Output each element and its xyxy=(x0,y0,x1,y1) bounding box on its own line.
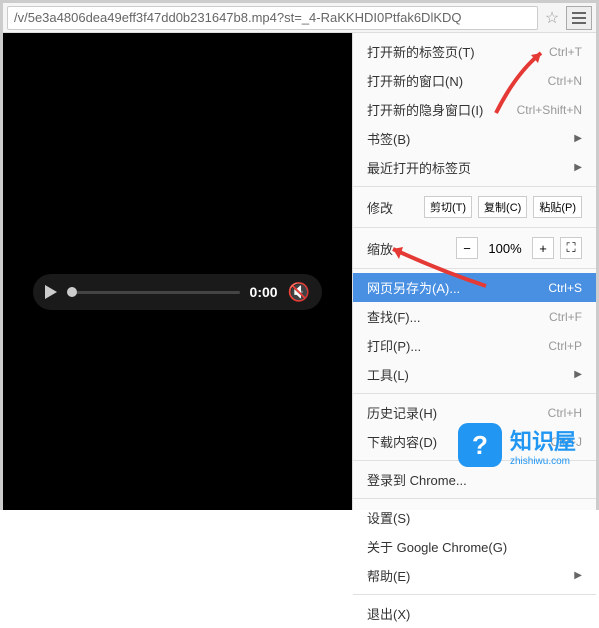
video-player[interactable]: 0:00 🔇 xyxy=(3,33,352,510)
zoom-value: 100% xyxy=(484,241,526,256)
menu-incognito[interactable]: 打开新的隐身窗口(I)Ctrl+Shift+N xyxy=(353,95,596,124)
watermark-logo: ? 知识屋 zhishiwu.com xyxy=(458,423,576,467)
menu-recent-tabs[interactable]: 最近打开的标签页▶ xyxy=(353,153,596,182)
menu-new-tab[interactable]: 打开新的标签页(T)Ctrl+T xyxy=(353,37,596,66)
seek-thumb[interactable] xyxy=(67,287,77,297)
paste-button[interactable]: 粘贴(P) xyxy=(533,196,582,218)
menu-separator xyxy=(353,227,596,228)
edit-label: 修改 xyxy=(367,198,418,217)
play-icon[interactable] xyxy=(45,285,57,299)
menu-exit[interactable]: 退出(X) xyxy=(353,599,596,628)
cut-button[interactable]: 剪切(T) xyxy=(424,196,472,218)
seek-track[interactable] xyxy=(67,291,240,294)
address-bar: /v/5e3a4806dea49eff3f47dd0b231647b8.mp4?… xyxy=(3,3,596,33)
menu-about[interactable]: 关于 Google Chrome(G) xyxy=(353,532,596,561)
bookmark-star-icon[interactable]: ☆ xyxy=(542,8,562,28)
menu-separator xyxy=(353,498,596,499)
menu-separator xyxy=(353,594,596,595)
url-input[interactable]: /v/5e3a4806dea49eff3f47dd0b231647b8.mp4?… xyxy=(7,6,538,30)
logo-icon: ? xyxy=(458,423,502,467)
menu-settings[interactable]: 设置(S) xyxy=(353,503,596,532)
logo-text-en: zhishiwu.com xyxy=(510,456,576,467)
video-controls: 0:00 🔇 xyxy=(33,274,322,310)
video-time: 0:00 xyxy=(250,284,278,300)
zoom-out-button[interactable]: − xyxy=(456,237,478,259)
menu-separator xyxy=(353,268,596,269)
menu-save-as[interactable]: 网页另存为(A)...Ctrl+S xyxy=(353,273,596,302)
chevron-right-icon: ▶ xyxy=(574,570,582,581)
menu-bookmarks[interactable]: 书签(B)▶ xyxy=(353,124,596,153)
menu-separator xyxy=(353,186,596,187)
zoom-in-button[interactable]: + xyxy=(532,237,554,259)
menu-find[interactable]: 查找(F)...Ctrl+F xyxy=(353,302,596,331)
menu-help[interactable]: 帮助(E)▶ xyxy=(353,561,596,590)
menu-tools[interactable]: 工具(L)▶ xyxy=(353,360,596,389)
menu-new-window[interactable]: 打开新的窗口(N)Ctrl+N xyxy=(353,66,596,95)
copy-button[interactable]: 复制(C) xyxy=(478,196,527,218)
mute-icon[interactable]: 🔇 xyxy=(288,282,310,303)
hamburger-menu-button[interactable] xyxy=(566,6,592,30)
menu-zoom-row: 缩放 − 100% + ⛶ xyxy=(353,232,596,264)
logo-text-cn: 知识屋 xyxy=(510,424,576,456)
zoom-label: 缩放 xyxy=(367,239,450,258)
menu-separator xyxy=(353,393,596,394)
chevron-right-icon: ▶ xyxy=(574,133,582,144)
menu-signin[interactable]: 登录到 Chrome... xyxy=(353,465,596,494)
chevron-right-icon: ▶ xyxy=(574,369,582,380)
menu-edit-row: 修改 剪切(T) 复制(C) 粘贴(P) xyxy=(353,191,596,223)
chevron-right-icon: ▶ xyxy=(574,162,582,173)
menu-print[interactable]: 打印(P)...Ctrl+P xyxy=(353,331,596,360)
fullscreen-button[interactable]: ⛶ xyxy=(560,237,582,259)
